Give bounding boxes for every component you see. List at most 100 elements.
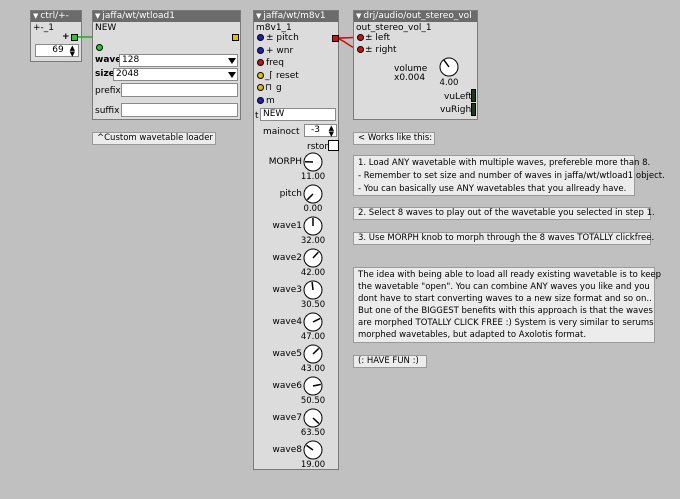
knob-value: 63.50 [300, 428, 326, 438]
waves-value: 128 [122, 55, 140, 65]
knob-value: 32.00 [300, 236, 326, 246]
inlet-port[interactable] [257, 71, 264, 79]
prefix-input[interactable] [121, 83, 238, 97]
knob-value: 11.00 [300, 172, 326, 182]
note-line: 1. Load ANY wavetable with multiple wave… [358, 158, 651, 168]
knob-label: pitch [279, 189, 302, 199]
knob-wave1[interactable] [302, 215, 324, 237]
note-line: The idea with being able to load all rea… [358, 270, 662, 280]
table-input[interactable]: NEW [260, 108, 336, 121]
suffix-input[interactable] [121, 103, 238, 117]
pulse-icon: ⊓ [265, 83, 273, 93]
inlet-port[interactable] [257, 46, 264, 54]
note-line: morphed wavetables, but adapted to Axolo… [358, 330, 587, 340]
m8v1-object[interactable]: ▼ jaffa/wt/m8v1 m8v1_1 ± pitch + wnr freq _⌈… [253, 10, 339, 470]
knob-wave8[interactable] [302, 439, 324, 461]
collapse-icon[interactable]: ▼ [95, 11, 100, 22]
knob-label: wave3 [272, 285, 302, 295]
knob-label: wave1 [272, 221, 302, 231]
wtload-green-inlet[interactable] [96, 44, 103, 51]
wtload-object[interactable]: ▼ jaffa/wt/wtload1 NEW waves 128 size 204… [92, 10, 241, 120]
rston-checkbox[interactable] [328, 140, 339, 151]
knob-wave6[interactable] [302, 375, 324, 397]
outvol-object-header[interactable]: ▼ drj/audio/out_stereo_vol [354, 11, 477, 22]
note-line: - You can basically use ANY wavetables t… [358, 184, 627, 194]
waves-select[interactable]: 128 [119, 54, 238, 67]
knob-wave7[interactable] [302, 407, 324, 429]
note-line: the wavetable "open". You can combine AN… [358, 282, 650, 292]
note-step3[interactable]: 3. Use MORPH knob to morph through the 8… [353, 232, 654, 245]
vuleft-label: vuLeft [444, 92, 472, 102]
right-label: ± right [365, 45, 397, 55]
knob-label: wave6 [272, 381, 302, 391]
ctrl-object-header[interactable]: ▼ ctrl/+- [31, 11, 81, 22]
collapse-icon[interactable]: ▼ [356, 11, 361, 22]
chevron-down-icon [228, 72, 236, 78]
plus-minus-label: + [62, 32, 70, 42]
note-custom-loader[interactable]: ^Custom wavetable loader [92, 132, 216, 145]
knob-morph[interactable] [302, 151, 324, 173]
m8v1-object-header[interactable]: ▼ jaffa/wt/m8v1 [254, 11, 338, 22]
knob-value: 42.00 [300, 268, 326, 278]
knob-wave3[interactable] [302, 279, 324, 301]
spinner-arrows-icon[interactable]: ▲ ▼ [329, 125, 334, 138]
right-inlet[interactable] [357, 46, 364, 53]
size-select[interactable]: 2048 [113, 68, 238, 81]
value-spinbox[interactable]: 69 ▲ ▼ [35, 44, 79, 58]
knob-value: 30.50 [300, 300, 326, 310]
note-line: - Remember to set size and number of wav… [358, 171, 665, 181]
inlet-label: ± pitch [266, 33, 299, 43]
mainoct-label: mainoct [263, 127, 300, 137]
knob-label: MORPH [268, 157, 302, 167]
collapse-icon[interactable]: ▼ [33, 11, 38, 22]
knob-pitch[interactable] [302, 183, 324, 205]
instance-name: m8v1_1 [256, 23, 292, 33]
ctrl-outlet[interactable] [71, 34, 78, 41]
outvol-object[interactable]: ▼ drj/audio/out_stereo_vol out_stereo_vol… [353, 10, 478, 120]
object-title: jaffa/wt/m8v1 [263, 11, 326, 21]
note-line: are morphed TOTALLY CLICK FREE :) System… [358, 318, 654, 328]
knob-wave5[interactable] [302, 343, 324, 365]
inlet-port[interactable] [257, 59, 264, 66]
inlet-label: + wnr [266, 45, 294, 56]
inlet-label: freq [266, 58, 284, 68]
wtload-object-header[interactable]: ▼ jaffa/wt/wtload1 [93, 11, 240, 22]
prefix-label: prefix [95, 86, 121, 96]
object-title: jaffa/wt/wtload1 [102, 11, 175, 21]
note-works-like[interactable]: < Works like this: [353, 132, 435, 145]
collapse-icon[interactable]: ▼ [256, 11, 261, 22]
mainoct-spinbox[interactable]: -3 ▲ ▼ [304, 124, 337, 138]
wtload-yellow-outlet[interactable] [232, 34, 239, 41]
knob-label: wave5 [272, 349, 302, 359]
volume-knob[interactable] [438, 56, 460, 78]
spinner-arrows-icon[interactable]: ▲ ▼ [70, 45, 75, 58]
knob-wave2[interactable] [302, 247, 324, 269]
instance-name: NEW [95, 23, 117, 33]
inlet-label: reset [276, 70, 299, 81]
chevron-down-icon [228, 58, 236, 64]
note-idea[interactable]: The idea with being able to load all rea… [353, 267, 662, 343]
object-title: ctrl/+- [40, 11, 69, 21]
vu-meter-right [471, 103, 476, 116]
spinbox-value: 69 [52, 45, 64, 55]
inlet-port[interactable] [257, 96, 264, 104]
inlet-port[interactable] [257, 84, 264, 91]
knob-value: 19.00 [300, 460, 326, 470]
left-label: ± left [365, 33, 390, 43]
size-label: size [95, 69, 115, 79]
knob-label: wave7 [272, 413, 302, 423]
note-have-fun[interactable]: (: HAVE FUN :) [353, 355, 427, 368]
note-line: dont have to start converting waves to a… [358, 294, 652, 304]
m8v1-outlet[interactable] [332, 35, 339, 42]
inlet-label: g [276, 83, 282, 93]
note-step1[interactable]: 1. Load ANY wavetable with multiple wave… [353, 155, 665, 196]
inlet-port[interactable] [257, 34, 264, 41]
ctrl-object[interactable]: ▼ ctrl/+- +-_1 + 69 ▲ ▼ [30, 10, 82, 62]
note-line: But one of the BIGGEST benefits with thi… [358, 306, 653, 316]
mainoct-value: -3 [311, 125, 320, 135]
vuright-label: vuRight [440, 105, 475, 115]
knob-wave4[interactable] [302, 311, 324, 333]
knob-value: 43.00 [300, 364, 326, 374]
left-inlet[interactable] [357, 34, 364, 41]
note-step2[interactable]: 2. Select 8 waves to play out of the wav… [353, 207, 655, 220]
